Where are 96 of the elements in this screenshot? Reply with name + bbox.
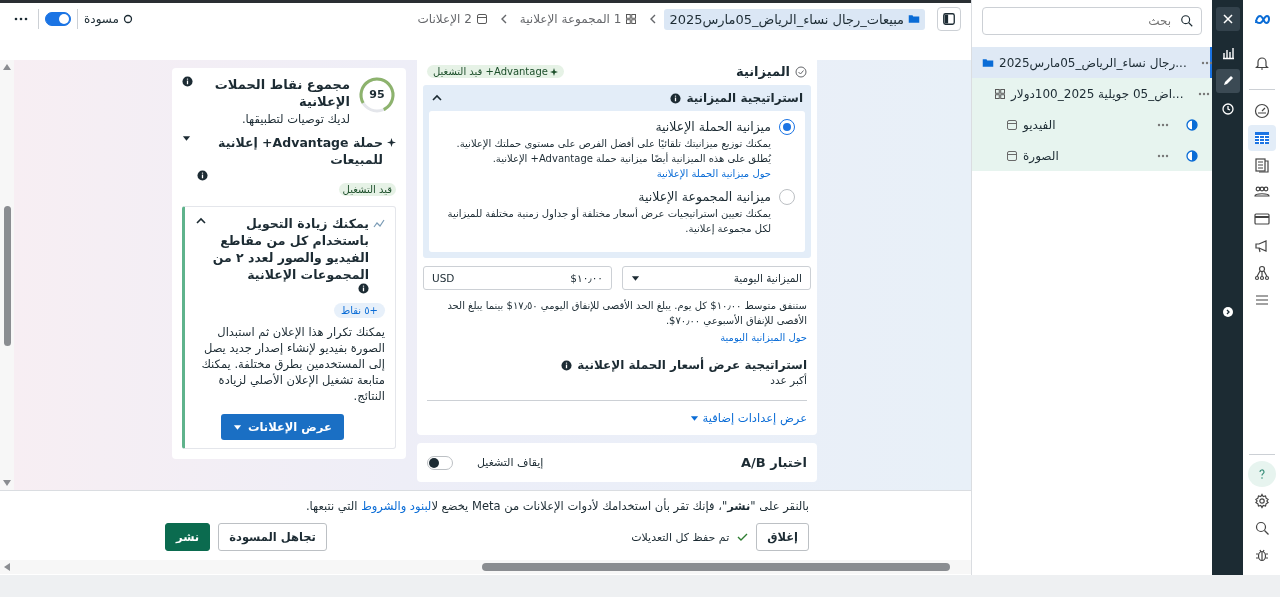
clock-icon <box>1220 102 1235 116</box>
saved-status: تم حفظ كل التعديلات <box>631 530 730 544</box>
table-icon <box>1253 130 1270 146</box>
grid-icon <box>994 87 1007 100</box>
menu-icon <box>1253 292 1270 308</box>
budget-title: الميزانية <box>736 64 790 79</box>
status-badge: قيد التشغيل <box>338 183 396 196</box>
score-subtitle: لديك توصيات لتطبيقها. <box>240 112 350 126</box>
folder-icon <box>982 56 995 69</box>
breadcrumb[interactable]: 2 الإعلانات <box>412 9 493 29</box>
check-circle-icon <box>795 65 807 78</box>
recommendation-title: يمكنك زيادة التحويل باستخدام كل من مقاطع الفيديو والصور لعدد ٢ من المجموعات الإعلانية <box>211 215 369 283</box>
credit-card-icon <box>1253 211 1270 227</box>
terms-notice: بالنقر على "نشر"، فإنك تقر بأن استخدامك لأدوات الإعلانات من Meta يخضع لالبنود والشروط التي نتبعها. <box>304 499 810 513</box>
settings-icon <box>1253 493 1270 509</box>
panel-toggle-button[interactable] <box>937 7 962 31</box>
trend-icon <box>373 218 385 230</box>
caret-icon <box>689 414 699 422</box>
publish-button[interactable]: نشر <box>165 523 211 551</box>
scroll-arrow-icon <box>3 480 11 486</box>
close-button[interactable]: إغلاق <box>756 523 810 551</box>
score-gauge-icon <box>358 76 396 114</box>
window-icon <box>475 13 488 25</box>
tree-item[interactable]: الفيديو <box>972 109 1213 140</box>
sparkle-icon <box>387 138 396 147</box>
sidebar-icon <box>942 12 957 26</box>
option-description: يمكنك توزيع ميزانيتك تلقائيًا على أفضل الفرص على مستوى حملتك الإعلانية. يُطلق على هذه الميزانية أيضًا ميزانية حملة Advantage+ الإعلانية. حول ميزانية الحملة الإعلانية <box>455 136 771 181</box>
status-label: مسودة <box>84 12 119 26</box>
status-toggle[interactable] <box>45 12 71 26</box>
budget-note: ستنفق متوسط ١٠٫٠٠$ كل يوم. يبلغ الحد الأقصى للإنفاق اليومي ١٧٫٥٠$ بينما يبلغ الحد الأقصى للإنفاق الأسبوعي ٧٠٫٠٠$. <box>446 298 808 328</box>
option-description: يمكنك تعيين استراتيجيات عرض أسعار مختلفة أو جداول زمنية مختلفة للميزانية لكل مجموعة إعلانية. <box>446 206 771 236</box>
sparkle-icon <box>549 67 558 76</box>
terms-link[interactable]: البنود والشروط <box>361 499 432 513</box>
more-icon <box>14 17 28 21</box>
budget-type-dropdown[interactable]: الميزانية اليومية <box>622 266 811 290</box>
info-icon <box>670 92 682 104</box>
check-icon <box>737 532 749 542</box>
megaphone-icon <box>1253 238 1270 254</box>
info-icon <box>182 76 193 87</box>
search-icon <box>1253 520 1270 536</box>
more-icon[interactable] <box>1200 60 1213 65</box>
bid-strategy-label: استراتيجية عرض أسعار الحملة الإعلانية <box>577 358 807 372</box>
scroll-arrow-icon <box>3 64 11 70</box>
help-link[interactable]: حول ميزانية الحملة الإعلانية <box>656 168 771 179</box>
radio-button[interactable] <box>779 189 795 205</box>
info-icon <box>197 170 208 181</box>
ab-test-title: اختبار A/B <box>739 455 807 470</box>
score-title: مجموع نقاط الحملات الإعلانية <box>213 76 350 110</box>
campaign-name: حملة Advantage+ إعلانية للمبيعات <box>217 134 383 168</box>
folder-icon <box>908 13 921 25</box>
bar-chart-icon <box>1220 46 1235 60</box>
info-icon <box>358 283 369 294</box>
caret-icon <box>631 274 640 282</box>
option-title: ميزانية الحملة الإعلانية <box>654 119 771 134</box>
bug-icon <box>1253 547 1270 563</box>
window-icon <box>1006 149 1019 162</box>
daily-budget-link[interactable]: حول الميزانية اليومية <box>720 332 807 343</box>
close-icon <box>1220 12 1235 26</box>
nav-button[interactable] <box>1247 125 1276 151</box>
close-button[interactable] <box>1215 7 1240 31</box>
window-icon <box>1006 118 1019 131</box>
caret-icon <box>182 134 191 142</box>
tree-item[interactable]: ...رجال نساء_الرياض_05مارس2025 <box>972 47 1213 78</box>
toolbar-button[interactable] <box>1215 69 1240 93</box>
bid-strategy-value: أكبر عدد <box>769 374 807 386</box>
documents-icon <box>1253 157 1270 173</box>
more-settings-link[interactable]: عرض إعدادات إضافية <box>689 411 807 425</box>
caret-icon <box>233 423 242 431</box>
network-icon <box>1253 265 1270 281</box>
bell-icon <box>1253 55 1270 71</box>
grid-icon <box>625 13 638 25</box>
expand-icon[interactable] <box>1222 307 1233 317</box>
points-badge: +٥ نقاط <box>333 303 385 318</box>
strategy-title: استراتيجية الميزانية <box>686 91 803 105</box>
option-title: ميزانية المجموعة الإعلانية <box>637 189 771 204</box>
recommendation-body: يمكنك تكرار هذا الإعلان ثم استبدال الصورة بفيديو لإنشاء إصدار جديد يصل إلى المستخدمين بطرق مختلفة. يمكنك متابعة تشغيل الإعلان الأصلي لزيادة النتائج. <box>200 324 385 404</box>
status-circle-icon <box>122 14 133 24</box>
info-icon <box>561 359 573 371</box>
gauge-icon <box>1253 103 1270 119</box>
discard-draft-button[interactable]: تجاهل المسودة <box>218 523 327 551</box>
breadcrumb[interactable]: 1 المجموعة الإعلانية <box>514 9 643 29</box>
toggle-label: إيقاف التشغيل <box>477 456 544 469</box>
tree-item[interactable]: ...اض_05 جويلية 2025_100دولار <box>972 78 1213 109</box>
tree-item[interactable]: الصورة <box>972 140 1213 171</box>
half-circle-icon <box>1186 149 1199 162</box>
score-value: 95 <box>369 89 385 101</box>
breadcrumb[interactable]: مبيعات_رجال نساء_الرياض_05مارس2025 <box>664 8 926 30</box>
advantage-badge: Advantage+ قيد التشغيل <box>427 65 564 78</box>
radio-button[interactable] <box>779 119 795 135</box>
view-ads-button[interactable]: عرض الإعلانات <box>221 414 344 440</box>
ab-test-toggle[interactable] <box>427 455 453 470</box>
search-icon <box>1180 14 1195 28</box>
search-field[interactable]: بحث <box>982 7 1203 35</box>
scroll-arrow-icon <box>4 563 10 571</box>
people-icon <box>1253 184 1270 200</box>
half-circle-icon <box>1186 118 1199 131</box>
